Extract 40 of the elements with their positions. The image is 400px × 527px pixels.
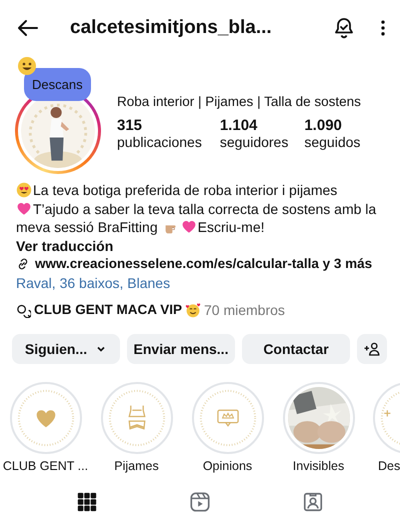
heart-emoji-icon <box>16 200 32 217</box>
bio-text: meva sessió BraFitting <box>16 218 158 236</box>
smiley-icon <box>17 56 37 76</box>
heart-eyes-emoji-icon <box>16 182 32 198</box>
story-highlight[interactable] <box>282 382 354 454</box>
bio-text: T’ajudo a saber la teva talla correcta de sostens amb la <box>33 200 376 218</box>
link-icon <box>16 257 30 272</box>
stat-label: seguidores <box>220 134 288 150</box>
heart-emoji-icon <box>180 219 197 236</box>
highlight-label: Pijames <box>114 458 159 472</box>
status-note: Descans <box>24 68 91 101</box>
address-link[interactable]: Raval, 36 baixos, Blanes <box>16 274 384 292</box>
smiling-hearts-emoji-icon <box>185 302 201 318</box>
highlight-label: Opinions <box>202 458 252 472</box>
translate-link[interactable]: Ver traducción <box>16 236 384 255</box>
action-button[interactable]: Contactar <box>242 334 350 364</box>
category-text: Roba interior | Pijames | Talla de sostens <box>117 94 362 109</box>
stat-label: publicaciones <box>117 134 202 150</box>
bio-text: La teva botiga preferida de roba interior i pijames <box>33 181 338 200</box>
website-link[interactable]: www.creacionesselene.com/es/calcular-talla y 3 más <box>35 255 372 274</box>
highlight-label: CLUB GENT ... <box>2 458 88 472</box>
add-person-icon <box>363 340 381 358</box>
channel-name[interactable]: CLUB GENT MACA VIP <box>34 301 182 320</box>
bell-icon[interactable] <box>332 16 356 40</box>
action-button[interactable]: Enviar mens... <box>127 334 235 364</box>
stat-value: 1.090 <box>304 117 343 134</box>
following-button[interactable]: Siguien... <box>12 334 120 364</box>
add-person-button[interactable] <box>357 334 387 364</box>
more-options-icon[interactable] <box>380 18 386 38</box>
member-count: 70 miembros <box>204 301 285 320</box>
bio-text: Escriu-me! <box>198 218 265 236</box>
highlight-label: Invisibles <box>292 458 344 472</box>
highlight-label: Des <box>378 458 400 472</box>
reels-icon[interactable] <box>188 490 211 512</box>
tagged-person-icon[interactable] <box>302 490 324 512</box>
stat-value: 315 <box>117 117 144 134</box>
username-title: calcetesimitjons_bla... <box>70 17 273 39</box>
grid-icon[interactable] <box>76 490 98 512</box>
stat-value: 1.104 <box>220 117 258 134</box>
stat-label: seguidos <box>304 134 360 150</box>
